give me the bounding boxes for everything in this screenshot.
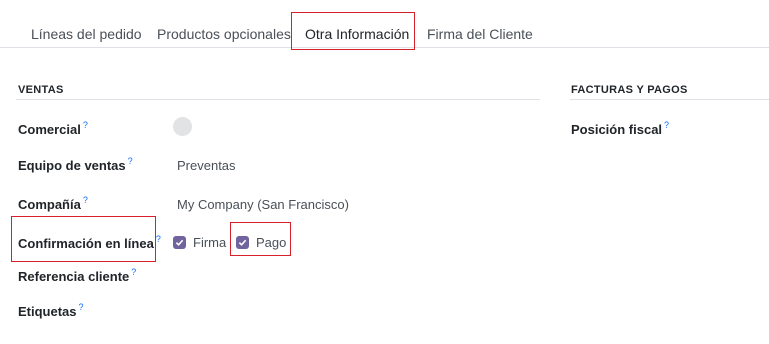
field-label-comercial: Comercial? xyxy=(18,120,88,137)
firma-label: Firma xyxy=(193,235,227,250)
equipo-ventas-field[interactable]: Preventas xyxy=(177,158,236,173)
help-icon[interactable]: ? xyxy=(664,120,669,130)
section-divider xyxy=(570,99,769,100)
field-label-equipo-ventas: Equipo de ventas? xyxy=(18,156,133,173)
compania-field[interactable]: My Company (San Francisco) xyxy=(177,197,349,212)
section-divider xyxy=(16,99,540,100)
avatar[interactable] xyxy=(173,117,192,136)
tab-firma-cliente[interactable]: Firma del Cliente xyxy=(427,14,533,48)
help-icon[interactable]: ? xyxy=(128,156,133,166)
field-label-posicion-fiscal: Posición fiscal? xyxy=(571,120,670,137)
help-icon[interactable]: ? xyxy=(156,234,161,244)
field-label-confirmacion-linea: Confirmación en línea? xyxy=(18,234,161,251)
help-icon[interactable]: ? xyxy=(83,195,88,205)
pago-checkbox[interactable]: Pago xyxy=(236,235,286,250)
field-label-compania: Compañía? xyxy=(18,195,88,212)
tab-otra-informacion[interactable]: Otra Información xyxy=(291,12,415,50)
help-icon[interactable]: ? xyxy=(79,302,84,312)
section-title-ventas: VENTAS xyxy=(18,84,64,96)
help-icon[interactable]: ? xyxy=(131,267,136,277)
section-title-facturas: FACTURAS Y PAGOS xyxy=(571,84,688,96)
field-label-referencia-cliente: Referencia cliente? xyxy=(18,267,137,284)
tab-lineas-pedido[interactable]: Líneas del pedido xyxy=(31,14,142,48)
notebook-tabs: Líneas del pedido Productos opcionales O… xyxy=(0,0,769,50)
pago-label: Pago xyxy=(256,235,287,250)
firma-checkbox[interactable]: Firma xyxy=(173,235,226,250)
checkbox-checked-icon[interactable] xyxy=(236,236,249,249)
help-icon[interactable]: ? xyxy=(83,120,88,130)
field-label-etiquetas: Etiquetas? xyxy=(18,302,84,319)
checkbox-checked-icon[interactable] xyxy=(173,236,186,249)
tab-productos-opcionales[interactable]: Productos opcionales xyxy=(157,14,291,48)
